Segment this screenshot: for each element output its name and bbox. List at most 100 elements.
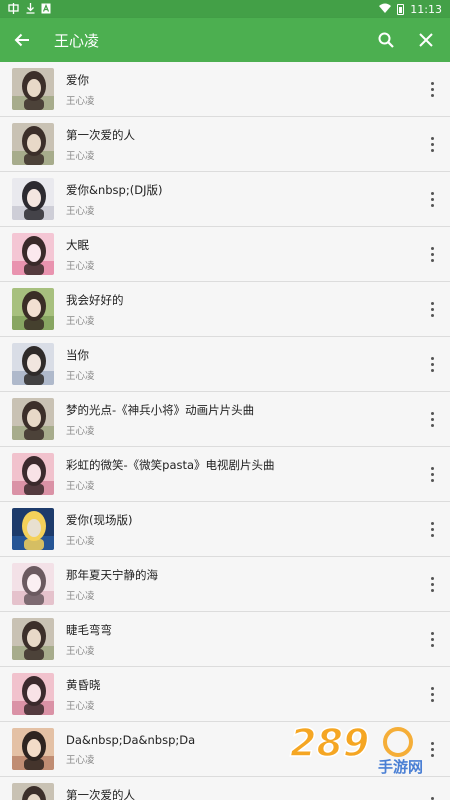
song-row[interactable]: 当你 王心凌 [0,337,450,392]
song-artist: 王心凌 [66,645,95,657]
more-options-button[interactable] [414,557,450,612]
song-artist: 王心凌 [66,480,95,492]
arrow-left-icon [14,33,29,47]
album-cover-art [12,68,54,110]
song-title: 彩虹的微笑-《微笑pasta》电视剧片头曲 [66,457,275,472]
song-row[interactable]: 那年夏天宁静的海 王心凌 [0,557,450,612]
song-title: 第一次爱的人 [66,787,135,800]
wifi-icon [379,3,392,15]
more-vert-icon [430,740,434,758]
song-text: 梦的光点-《神兵小将》动画片片头曲 王心凌 [66,402,414,437]
song-title: 梦的光点-《神兵小将》动画片片头曲 [66,402,255,417]
more-options-button[interactable] [414,392,450,447]
more-vert-icon [430,795,434,800]
more-options-button[interactable] [414,117,450,172]
album-cover-art [12,123,54,165]
more-vert-icon [430,80,434,98]
more-options-button[interactable] [414,502,450,557]
song-artist: 王心凌 [66,700,95,712]
more-vert-icon [430,575,434,593]
song-row[interactable]: 梦的光点-《神兵小将》动画片片头曲 王心凌 [0,392,450,447]
song-artist: 王心凌 [66,315,95,327]
more-options-button[interactable] [414,667,450,722]
song-text: 大眠 王心凌 [66,237,414,272]
more-options-button[interactable] [414,337,450,392]
song-row[interactable]: 我会好好的 王心凌 [0,282,450,337]
album-cover [12,563,54,605]
more-vert-icon [430,630,434,648]
song-row[interactable]: 黄昏晓 王心凌 [0,667,450,722]
more-vert-icon [430,465,434,483]
album-cover [12,728,54,770]
status-bar: 11:13 [0,0,450,18]
search-icon [378,32,394,48]
album-cover [12,398,54,440]
album-cover [12,68,54,110]
song-row[interactable]: 第一次爱的人王心凌 [0,117,450,172]
more-options-button[interactable] [414,722,450,777]
album-cover-art [12,508,54,550]
song-title: 爱你&nbsp;(DJ版) [66,182,163,197]
app-notification-icon [41,3,51,16]
song-text: 爱你(现场版) 王心凌 [66,512,414,547]
more-vert-icon [430,245,434,263]
notification-icon [8,2,20,16]
song-text: 第一次爱的人王心凌 [66,787,414,800]
song-text: 我会好好的 王心凌 [66,292,414,327]
album-cover [12,783,54,800]
song-artist: 王心凌 [66,370,95,382]
album-cover-art [12,178,54,220]
more-options-button[interactable] [414,172,450,227]
status-time: 11:13 [410,2,442,16]
more-vert-icon [430,300,434,318]
more-vert-icon [430,355,434,373]
song-title: 大眠 [66,237,89,252]
album-cover [12,453,54,495]
song-row[interactable]: 彩虹的微笑-《微笑pasta》电视剧片头曲 王心凌 [0,447,450,502]
song-artist: 王心凌 [66,205,95,217]
song-row[interactable]: 爱你 王心凌 [0,62,450,117]
app-bar: 王心凌 [0,18,450,62]
more-options-button[interactable] [414,62,450,117]
album-cover-art [12,783,54,800]
close-icon [419,33,433,47]
song-title: 当你 [66,347,89,362]
more-options-button[interactable] [414,447,450,502]
song-row[interactable]: 爱你&nbsp;(DJ版) 王心凌 [0,172,450,227]
more-vert-icon [430,190,434,208]
song-artist: 王心凌 [66,754,95,766]
album-cover-art [12,453,54,495]
search-button[interactable] [366,18,406,62]
album-cover-art [12,673,54,715]
song-row[interactable]: Da&nbsp;Da&nbsp;Da 王心凌 [0,722,450,777]
album-cover [12,288,54,330]
song-title: 爱你(现场版) [66,512,133,527]
more-options-button[interactable] [414,227,450,282]
status-right: 11:13 [379,3,442,16]
battery-icon [397,3,405,15]
song-text: 睫毛弯弯 王心凌 [66,622,414,657]
album-cover-art [12,288,54,330]
song-list: 爱你 王心凌 第一次爱的人 王心凌 爱你&nbsp;(DJ版) 王心凌 大眠 王心凌 我会好好的… [0,62,450,800]
song-text: 黄昏晓 王心凌 [66,677,414,712]
song-artist: 王心凌 [66,95,95,107]
song-text: 爱你 王心凌 [66,72,414,107]
song-artist: 王心凌 [66,150,95,162]
status-left [8,2,51,16]
more-options-button[interactable] [414,612,450,667]
song-row[interactable]: 第一次爱的人王心凌 [0,777,450,800]
album-cover [12,343,54,385]
song-row[interactable]: 睫毛弯弯 王心凌 [0,612,450,667]
song-text: 那年夏天宁静的海 王心凌 [66,567,414,602]
more-options-button[interactable] [414,777,450,800]
song-title: 睫毛弯弯 [66,622,112,637]
more-options-button[interactable] [414,282,450,337]
close-button[interactable] [406,18,446,62]
song-row[interactable]: 爱你(现场版) 王心凌 [0,502,450,557]
song-row[interactable]: 大眠 王心凌 [0,227,450,282]
album-cover-art [12,618,54,660]
album-cover [12,233,54,275]
back-button[interactable] [0,18,44,62]
more-vert-icon [430,685,434,703]
album-cover [12,508,54,550]
